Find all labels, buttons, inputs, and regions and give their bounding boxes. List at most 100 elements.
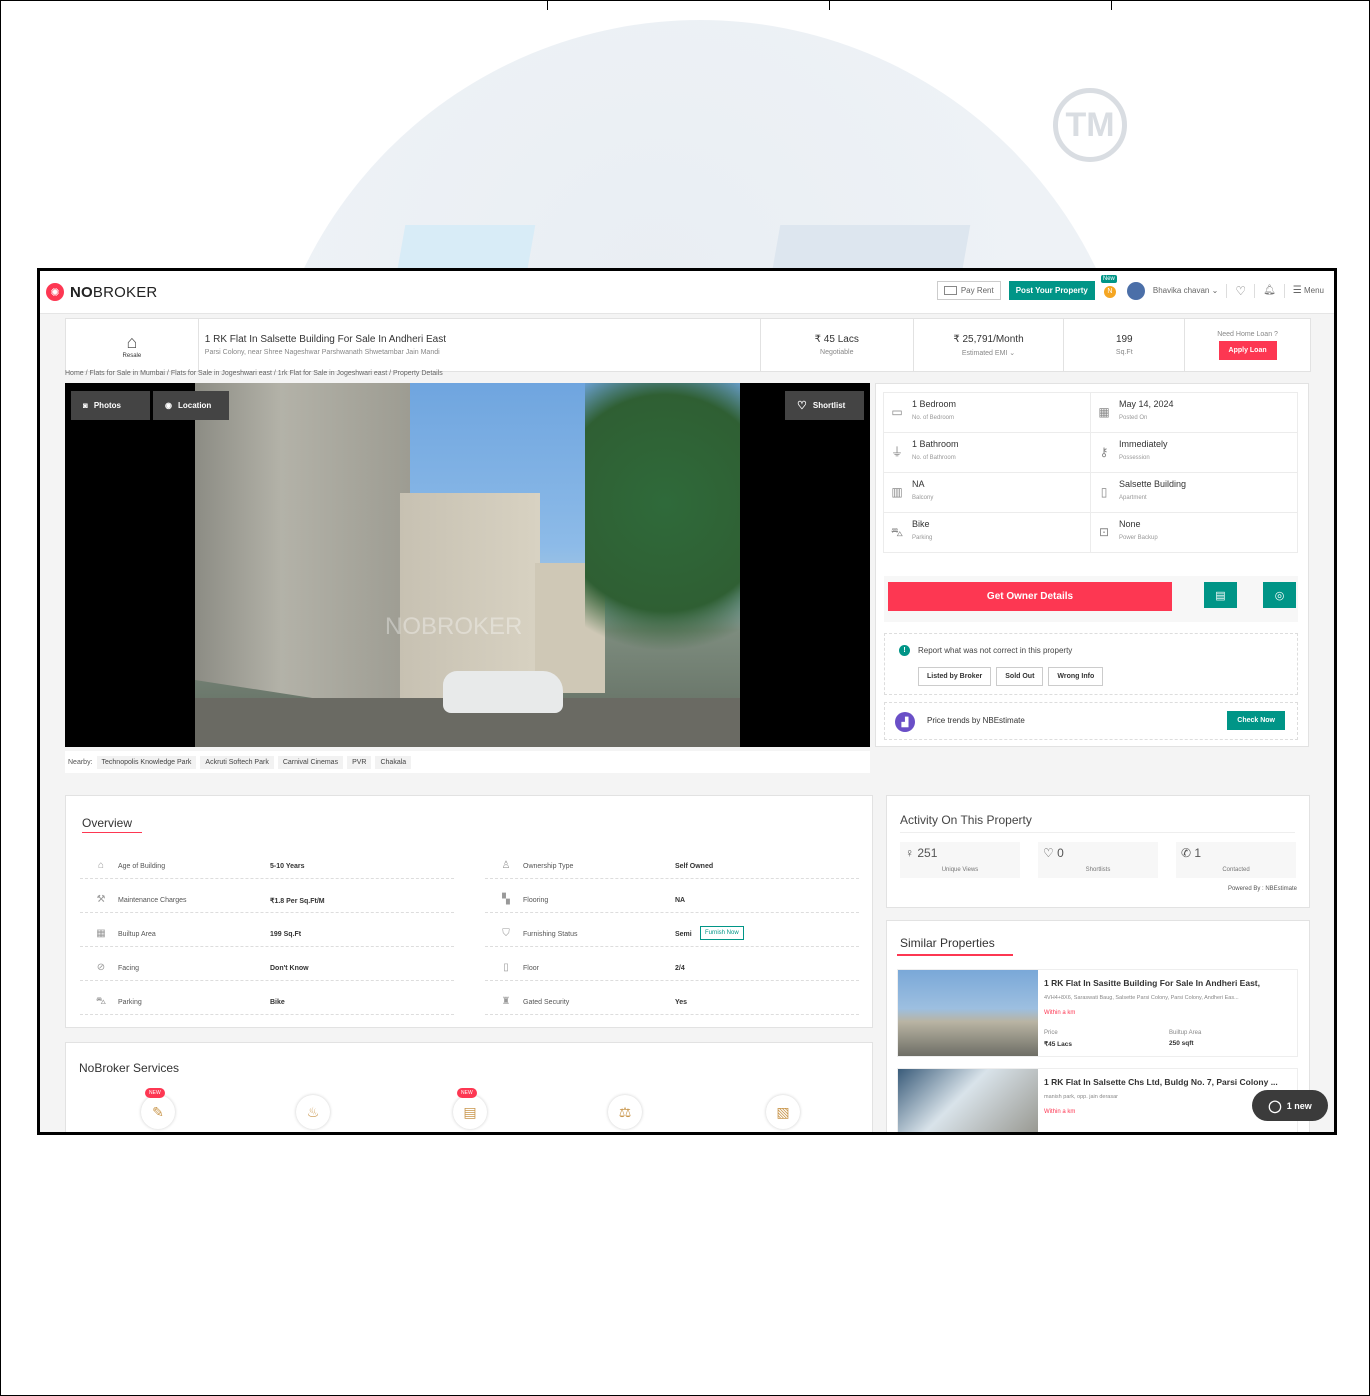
compass-icon: ⊘ [96,962,106,973]
overview-row: ♙ Ownership Type Self Owned [485,858,859,879]
photos-button[interactable]: ◙ Photos [71,391,150,420]
spec-possession: ⚷ Immediately Possession [1090,432,1298,473]
phone-icon: ✆ [1181,846,1192,860]
similar-property-photo[interactable] [898,970,1038,1056]
menu-button[interactable]: ☰ Menu [1293,285,1324,296]
breadcrumb[interactable]: Home / Flats for Sale in Mumbai / Flats … [65,370,443,377]
nearby-chip[interactable]: Carnival Cinemas [277,755,344,769]
chat-pill-button[interactable]: ◯ 1 new [1252,1090,1328,1121]
spec-parking: ⛍ Bike Parking [883,512,1091,553]
nearby-chip[interactable]: Ackruti Softech Park [200,755,274,769]
key-icon: ⚷ [1099,445,1109,459]
overview-section: Overview ⌂ Age of Building 5-10 Years ♙ Own… [65,795,873,1028]
nearby-chip[interactable]: Technopolis Knowledge Park [96,755,197,769]
packers-movers-icon[interactable]: NEW ▤ [453,1088,487,1129]
floor-icon: ▯ [503,962,509,973]
spec-posted-on: ▦ May 14, 2024 Posted On [1090,392,1298,433]
price: ₹ 45 Lacs [814,334,859,345]
schedule-visit-button[interactable]: ▤ [1204,582,1237,608]
nearby-chip[interactable]: Chakala [375,755,412,769]
nobroker-logo[interactable]: ✺ NOBROKER [46,283,157,301]
spec-power-backup: ⊡ None Power Backup [1090,512,1298,553]
property-photo[interactable]: NOBROKER [195,383,740,747]
balcony-icon: ▥ [891,485,903,499]
property-type: ⌂ Resale [66,319,199,371]
shortlist-heart-icon[interactable]: ♡ [1235,284,1246,298]
person-icon: ♀ [905,846,914,860]
area: 199 [1115,334,1133,345]
similar-property-card[interactable]: 1 RK Flat In Sasitte Building For Sale I… [897,969,1298,1057]
activity-section: Activity On This Property ♀ 251 Unique V… [886,795,1310,908]
report-listed-by-broker-button[interactable]: Listed by Broker [918,667,992,686]
emi: ₹ 25,791/Month [953,333,1024,345]
location-button[interactable]: ◉ Location [153,391,229,420]
overview-row: ▚ Flooring NA [485,892,859,913]
bed-icon: ▭ [891,405,903,419]
user-name[interactable]: Bhavika chavan ⌄ [1153,286,1218,295]
top-navbar: ✺ NOBROKER Pay Rent Post Your Property N… [40,271,1334,314]
heart-icon: ♡ [797,400,807,412]
report-wrong-info-button[interactable]: Wrong Info [1048,667,1104,686]
screenshot-frame: ✺ NOBROKER Pay Rent Post Your Property N… [37,268,1337,1135]
trademark-watermark: TM [1053,88,1127,162]
building-icon: ▯ [1100,485,1108,499]
emi-dropdown[interactable]: Estimated EMI ⌄ [962,349,1015,357]
card-icon [943,286,957,295]
overview-row: ⚒ Maintenance Charges ₹1.8 Per Sq.Ft/M [80,892,454,913]
report-sold-out-button[interactable]: Sold Out [996,667,1044,686]
nearby-chip[interactable]: PVR [347,755,372,769]
bell-icon[interactable]: 🔔︎ [1263,285,1276,296]
shortlist-button[interactable]: ♡ Shortlist [785,391,864,420]
home-icon: ⌂ [126,331,138,352]
flooring-icon: ▚ [502,894,510,905]
info-icon: ! [899,645,910,656]
pay-rent-button[interactable]: Pay Rent [936,281,1001,300]
report-box: ! Report what was not correct in this pro… [884,633,1298,695]
sofa-icon: ⛉ [502,928,510,939]
spec-bedroom: ▭ 1 Bedroom No. of Bedroom [883,392,1091,433]
overview-row: ▦ Builtup Area 199 Sq.Ft [80,926,454,947]
price-trend-box: ▟ Price trends by NBEstimate Check Now [884,702,1298,740]
property-title: 1 RK Flat In Salsette Building For Sale … [204,334,447,345]
overview-title: Overview [82,816,133,830]
painting-service-icon[interactable]: NEW ✎ [141,1088,175,1129]
post-property-button[interactable]: Post Your Property [1008,281,1095,300]
owner-actions: Get Owner Details ▤ ◎ [884,576,1298,622]
nearby-places: Nearby: Technopolis Knowledge Park Ackru… [65,751,870,773]
spec-balcony: ▥ NA Balcony [883,472,1091,513]
legal-service-icon[interactable]: ⚖ [608,1095,642,1129]
nobroker-services: NoBroker Services NEW ✎ ♨ NEW ▤ ⚖ ▧ [65,1042,873,1132]
hamburger-icon: ☰ [1292,285,1302,296]
get-owner-details-button[interactable]: Get Owner Details [888,582,1172,611]
chat-button[interactable]: ◎ [1263,582,1296,608]
building-icon: ▦ [96,928,106,939]
apply-loan-button[interactable]: Apply Loan [1218,340,1277,360]
heart-icon: ♡ [1043,846,1054,860]
similar-property-card[interactable]: 1 RK Flat In Salsette Chs Ltd, Buldg No.… [897,1068,1298,1132]
spec-apartment: ▯ Salsette Building Apartment [1090,472,1298,513]
nb-coins-badge[interactable]: New N [1100,274,1119,299]
avatar[interactable] [1126,281,1145,300]
cleaning-service-icon[interactable]: ♨ [296,1095,330,1129]
bathtub-icon: ⏚ [890,445,903,459]
contacted-stat: ✆ 1 Contacted [1176,842,1296,878]
info-panel: ▭ 1 Bedroom No. of Bedroom ▦ May 14, 2024 Po… [875,383,1309,747]
overview-row: ⛉ Furnishing Status Semi Furnish Now [485,926,859,947]
camera-icon: ◙ [83,401,88,410]
logo-icon: ✺ [46,283,64,301]
check-now-button[interactable]: Check Now [1227,711,1285,730]
rent-agreement-icon[interactable]: ▧ [766,1095,800,1129]
furnish-now-button[interactable]: Furnish Now [700,926,744,940]
unique-views-stat: ♀ 251 Unique Views [900,842,1020,878]
building-age-icon: ⌂ [97,860,105,871]
photo-gallery[interactable]: NOBROKER ◙ Photos ◉ Location ♡ Shortlist [65,383,870,747]
similar-property-photo[interactable] [898,1069,1038,1132]
calendar-icon: ▤ [1215,589,1226,602]
chat-bubble-icon: ◯ [1268,1098,1282,1113]
spec-grid: ▭ 1 Bedroom No. of Bedroom ▦ May 14, 2024 Po… [883,392,1298,553]
overview-row: ▯ Floor 2/4 [485,960,859,981]
chevron-down-icon: ⌄ [1211,286,1219,295]
car-icon: ⛍ [95,996,107,1007]
chat-icon: ◎ [1274,589,1285,602]
property-address: Parsi Colony, near Shree Nageshwar Parsh… [204,349,440,356]
